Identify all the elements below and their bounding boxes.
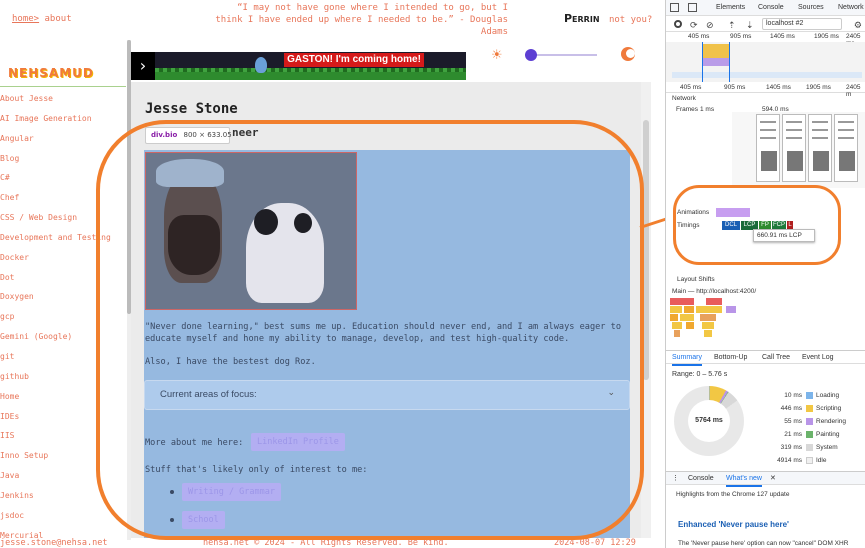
overview-tick: 905 ms: [730, 33, 752, 40]
breadcrumb: home> about: [12, 14, 72, 24]
overview-ruler: 405 ms 905 ms 1405 ms 1905 ms 2405 ms: [666, 32, 865, 47]
header-quote: “I may not have gone where I intended to…: [215, 3, 508, 37]
user-name: Perrin: [564, 12, 600, 25]
legend-name: System: [816, 444, 838, 451]
frames-time: 1 ms: [700, 106, 715, 113]
legend-row: 10 ms Loading: [762, 390, 865, 402]
legend-value: 21 ms: [784, 431, 802, 438]
device-toolbar-icon[interactable]: [688, 3, 697, 12]
sidebar-item[interactable]: About Jesse: [0, 93, 126, 113]
sidebar-item[interactable]: jsdoc: [0, 510, 126, 530]
sidebar-item[interactable]: AI Image Generation: [0, 113, 126, 133]
performance-toolbar: ⟳ ⊘ ⇡ ⇣ localhost #2 ⚙: [666, 16, 865, 32]
not-you-link[interactable]: not you?: [609, 15, 652, 25]
banner-message: GASTON! I'm coming home!: [284, 53, 424, 67]
legend-row: 446 ms Scripting: [762, 403, 865, 415]
track-layout-shifts[interactable]: Layout Shifts: [677, 276, 715, 283]
devtools-panel: Elements Console Sources Network ⟳ ⊘ ⇡ ⇣…: [665, 0, 865, 548]
overview-tick: 405 ms: [688, 33, 710, 40]
track-main[interactable]: Main — http://localhost:4200/: [672, 288, 756, 295]
breadcrumb-current: about: [44, 14, 72, 24]
timeline-ruler: 405 ms 905 ms 1405 ms 1905 ms 2405 m: [666, 83, 865, 98]
ruler-tick: 1905 ms: [806, 84, 831, 91]
devtools-tabbar: Elements Console Sources Network: [666, 0, 865, 16]
tab-network[interactable]: Network: [838, 0, 864, 16]
summary-total: 5764 ms: [688, 400, 730, 442]
legend-swatch: [806, 392, 813, 399]
moon-icon: [621, 47, 635, 61]
legend-value: 319 ms: [780, 444, 802, 451]
theme-slider[interactable]: [530, 54, 597, 56]
whats-new-text: The 'Never pause here' option can now "c…: [678, 540, 849, 547]
legend-swatch: [806, 405, 813, 412]
tab-event-log[interactable]: Event Log: [802, 351, 834, 364]
user-info: Perrin not you?: [564, 12, 652, 25]
annotation-ring: [673, 185, 841, 265]
legend-row: 4914 ms Idle: [762, 455, 865, 467]
tab-call-tree[interactable]: Call Tree: [762, 351, 790, 364]
legend-name: Idle: [816, 457, 827, 464]
email-link[interactable]: jesse.stone@nehsa.net: [0, 538, 107, 548]
details-tabbar: Summary Bottom-Up Call Tree Event Log: [666, 350, 865, 366]
legend-swatch: [806, 418, 813, 425]
ruler-tick: 405 ms: [680, 84, 702, 91]
tab-summary[interactable]: Summary: [672, 351, 702, 366]
main-flamechart[interactable]: [666, 298, 865, 348]
legend-swatch: [806, 431, 813, 438]
legend-name: Rendering: [816, 418, 846, 425]
tab-sources[interactable]: Sources: [798, 0, 824, 16]
ruler-tick: 2405 m: [846, 84, 861, 98]
frame-thumbnail[interactable]: [782, 114, 806, 182]
ruler-tick: 1405 ms: [766, 84, 791, 91]
legend-value: 55 ms: [784, 418, 802, 425]
tab-console[interactable]: Console: [758, 0, 784, 16]
drawer-tab-whats-new[interactable]: What's new: [726, 472, 762, 487]
page-title: Jesse Stone: [145, 101, 238, 117]
drawer-tab-console[interactable]: Console: [688, 472, 714, 485]
overview-tick: 1905 ms: [814, 33, 839, 40]
frame-thumbnail[interactable]: [756, 114, 780, 182]
logo-divider: [0, 86, 126, 87]
whats-new-highlights: Highlights from the Chrome 127 update: [676, 491, 790, 498]
sun-icon: ☀: [491, 48, 503, 63]
legend-value: 10 ms: [784, 392, 802, 399]
ruler-tick: 905 ms: [724, 84, 746, 91]
track-frames[interactable]: Frames: [676, 106, 698, 113]
legend-row: 55 ms Rendering: [762, 416, 865, 428]
breadcrumb-home-link[interactable]: home>: [12, 14, 39, 24]
banner-grass: [155, 72, 466, 80]
summary-range: Range: 0 – 5.76 s: [672, 371, 728, 378]
website-viewport: home> about “I may not have gone where I…: [0, 0, 665, 548]
legend-value: 4914 ms: [777, 457, 802, 464]
drawer-tabbar: ⋮ Console What's new ✕: [666, 471, 865, 487]
drawer-menu-icon[interactable]: ⋮: [672, 472, 679, 485]
legend-row: 319 ms System: [762, 442, 865, 454]
target-select[interactable]: localhost #2: [762, 18, 842, 30]
legend-row: 21 ms Painting: [762, 429, 865, 441]
annotation-ring: [96, 120, 644, 540]
legend-swatch: [806, 444, 813, 451]
close-icon[interactable]: ✕: [770, 472, 776, 485]
tab-bottom-up[interactable]: Bottom-Up: [714, 351, 747, 364]
whats-new-heading[interactable]: Enhanced 'Never pause here': [678, 520, 789, 529]
legend-value: 446 ms: [780, 405, 802, 412]
track-network[interactable]: Network: [672, 95, 696, 102]
legend-name: Loading: [816, 392, 840, 399]
theme-slider-knob[interactable]: [525, 49, 537, 61]
overview-tick: 1405 ms: [770, 33, 795, 40]
overview-selection[interactable]: [702, 42, 730, 82]
record-icon[interactable]: [674, 20, 682, 28]
legend-name: Painting: [816, 431, 840, 438]
banner-arrow-button[interactable]: ›: [131, 52, 155, 80]
legend-name: Scripting: [816, 405, 842, 412]
tab-elements[interactable]: Elements: [716, 0, 745, 16]
inspect-icon[interactable]: [670, 3, 679, 12]
site-logo[interactable]: NEHSAMUD: [8, 66, 94, 80]
frame-thumbnail[interactable]: [808, 114, 832, 182]
legend-swatch: [806, 457, 813, 464]
overview-network: [672, 72, 862, 78]
sidebar-item[interactable]: Angular: [0, 133, 126, 153]
frame-thumbnail[interactable]: [834, 114, 858, 182]
banner-character-icon: [255, 57, 267, 73]
